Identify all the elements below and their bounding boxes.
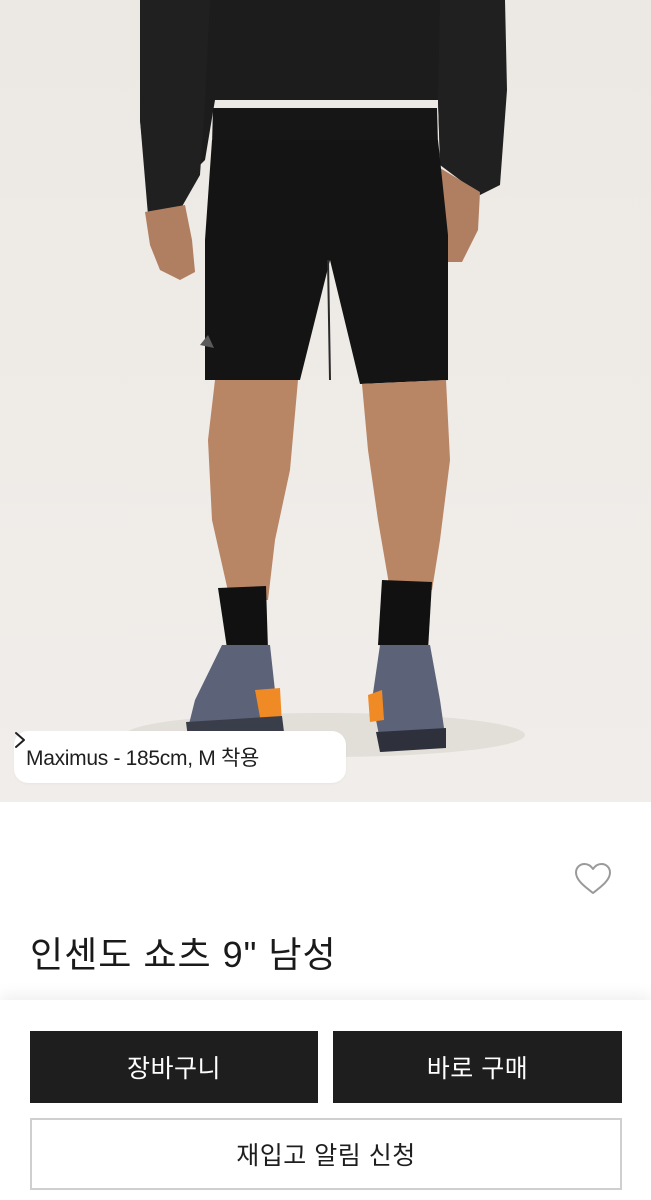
- chevron-right-icon: [15, 732, 332, 767]
- product-photo-illustration: [125, 0, 525, 757]
- buy-now-button[interactable]: 바로 구매: [333, 1031, 622, 1103]
- product-image[interactable]: Maximus - 185cm, M 착용: [0, 0, 651, 802]
- model-info-label: Maximus - 185cm, M 착용: [26, 747, 260, 770]
- product-title: 인센도 쇼츠 9" 남성: [30, 934, 337, 975]
- add-to-cart-button[interactable]: 장바구니: [30, 1031, 318, 1103]
- model-info-chip[interactable]: Maximus - 185cm, M 착용: [14, 731, 346, 783]
- heart-outline-icon: [574, 862, 612, 901]
- wishlist-button[interactable]: [570, 858, 616, 904]
- restock-alert-button[interactable]: 재입고 알림 신청: [30, 1118, 622, 1190]
